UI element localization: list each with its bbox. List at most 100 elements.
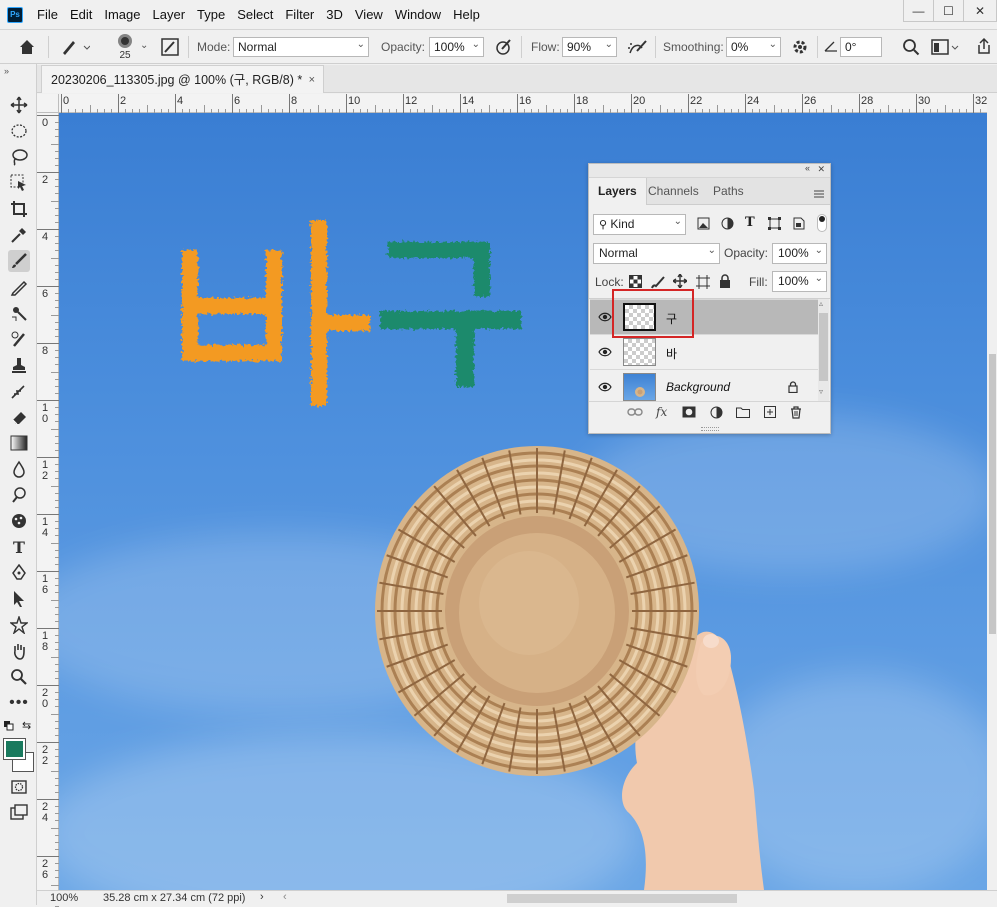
- screen-mode-icon[interactable]: [8, 802, 30, 824]
- menu-window[interactable]: Window: [389, 0, 447, 29]
- tab-paths[interactable]: Paths: [704, 178, 753, 205]
- layer-row-background[interactable]: Background: [590, 369, 818, 404]
- eraser-tool-icon[interactable]: [8, 406, 30, 428]
- collapse-panel-icon[interactable]: «: [805, 163, 810, 173]
- move-tool-icon[interactable]: [8, 94, 30, 116]
- ruler-origin[interactable]: [37, 94, 59, 113]
- gradient-tool-icon[interactable]: [8, 432, 30, 454]
- eyedropper-tool-icon[interactable]: [8, 224, 30, 246]
- object-select-tool-icon[interactable]: [8, 172, 30, 194]
- smoothing-input[interactable]: 0% ⌄: [726, 37, 781, 57]
- close-window-button[interactable]: ✕: [963, 0, 997, 22]
- filter-pixel-icon[interactable]: [697, 217, 710, 233]
- eye-icon[interactable]: [598, 345, 612, 359]
- menu-filter[interactable]: Filter: [279, 0, 320, 29]
- layer-opacity-input[interactable]: 100% ⌄: [772, 243, 827, 264]
- foreground-color-swatch[interactable]: [3, 738, 26, 760]
- layer-name[interactable]: 바: [666, 345, 677, 362]
- close-icon[interactable]: ×: [309, 66, 315, 94]
- vertical-ruler[interactable]: 0 2 4 6 8 1 0 1 2 1 4 1 6 1 8 2 0 2 2 2 4 2 6: [37, 113, 59, 907]
- chevron-down-icon[interactable]: ⌄: [140, 40, 148, 51]
- menu-help[interactable]: Help: [447, 0, 486, 29]
- scroll-down-icon[interactable]: ▿: [819, 387, 823, 396]
- airbrush-icon[interactable]: [627, 38, 649, 59]
- maximize-button[interactable]: ☐: [933, 0, 964, 22]
- brush-preset-icon[interactable]: [60, 38, 91, 59]
- stamp-tool-icon[interactable]: [8, 354, 30, 376]
- brush-settings-icon[interactable]: [161, 38, 179, 59]
- filter-smart-object-icon[interactable]: [792, 217, 805, 233]
- fill-input[interactable]: 100% ⌄: [772, 271, 827, 292]
- smudge-tool-icon[interactable]: [8, 380, 30, 402]
- minimize-button[interactable]: —: [903, 0, 934, 22]
- blend-mode-select[interactable]: Normal ⌄: [593, 243, 720, 264]
- document-canvas[interactable]: 바 구: [59, 113, 987, 890]
- filter-type-icon[interactable]: T: [745, 215, 755, 230]
- angle-input[interactable]: 0°: [840, 37, 882, 57]
- close-panel-icon[interactable]: ✕: [817, 164, 825, 175]
- clone-stamp-tool-icon[interactable]: [8, 302, 30, 324]
- pressure-opacity-icon[interactable]: [494, 38, 514, 59]
- menu-3d[interactable]: 3D: [320, 0, 349, 29]
- search-icon[interactable]: [902, 38, 920, 59]
- swap-colors-icon[interactable]: ⇆: [22, 719, 31, 732]
- share-icon[interactable]: [975, 37, 993, 58]
- zoom-tool-icon[interactable]: [8, 666, 30, 688]
- scroll-left-icon[interactable]: ‹: [283, 891, 287, 903]
- menu-image[interactable]: Image: [98, 0, 146, 29]
- adjustment-layer-icon[interactable]: [710, 406, 723, 422]
- layer-name[interactable]: Background: [666, 380, 730, 394]
- history-brush-tool-icon[interactable]: [8, 328, 30, 350]
- quick-mask-icon[interactable]: [8, 776, 30, 798]
- zoom-level[interactable]: 100%: [50, 892, 78, 904]
- lock-all-icon[interactable]: [719, 274, 731, 291]
- menu-layer[interactable]: Layer: [147, 0, 192, 29]
- workspace-icon[interactable]: [931, 38, 959, 59]
- pencil-tool-icon[interactable]: [8, 276, 30, 298]
- document-tab[interactable]: 20230206_113305.jpg @ 100% (구, RGB/8) * …: [41, 65, 324, 93]
- menu-view[interactable]: View: [349, 0, 389, 29]
- gear-icon[interactable]: [791, 38, 809, 59]
- filter-toggle[interactable]: [817, 214, 827, 232]
- new-layer-icon[interactable]: [764, 406, 776, 421]
- menu-edit[interactable]: Edit: [64, 0, 98, 29]
- brush-size-picker[interactable]: 25: [114, 33, 136, 61]
- menu-select[interactable]: Select: [231, 0, 279, 29]
- hand-tool-icon[interactable]: [8, 640, 30, 662]
- brush-tool-icon[interactable]: [8, 250, 30, 272]
- filter-shape-icon[interactable]: [768, 217, 781, 233]
- trash-icon[interactable]: [790, 406, 802, 422]
- layer-thumbnail[interactable]: [623, 373, 656, 401]
- lock-artboard-icon[interactable]: [696, 275, 710, 292]
- opacity-input[interactable]: 100% ⌄: [429, 37, 484, 57]
- add-mask-icon[interactable]: [682, 406, 696, 421]
- scroll-up-icon[interactable]: ▵: [819, 299, 823, 308]
- collapse-toolbar-icon[interactable]: »: [4, 66, 9, 76]
- shape-tool-icon[interactable]: [8, 614, 30, 636]
- tab-channels[interactable]: Channels: [639, 178, 708, 205]
- new-group-icon[interactable]: [736, 406, 750, 421]
- layer-thumbnail[interactable]: [623, 338, 656, 366]
- layer-filter-select[interactable]: ⚲ Kind ⌄: [593, 214, 686, 235]
- vertical-scrollbar[interactable]: [987, 94, 997, 890]
- scrollbar-thumb[interactable]: [989, 354, 996, 634]
- menu-file[interactable]: File: [31, 0, 64, 29]
- eye-icon[interactable]: [598, 380, 612, 394]
- pen-tool-icon[interactable]: [8, 562, 30, 584]
- menu-type[interactable]: Type: [191, 0, 231, 29]
- sponge-tool-icon[interactable]: [8, 510, 30, 532]
- link-layers-icon[interactable]: [627, 406, 643, 420]
- marquee-tool-icon[interactable]: [8, 120, 30, 142]
- panel-menu-icon[interactable]: [814, 187, 824, 201]
- path-select-tool-icon[interactable]: [8, 588, 30, 610]
- mode-select[interactable]: Normal ⌄: [233, 37, 369, 57]
- blur-tool-icon[interactable]: [8, 458, 30, 480]
- home-icon[interactable]: [18, 38, 36, 59]
- layer-list-scrollbar[interactable]: ▵ ▿: [818, 299, 829, 402]
- type-tool-icon[interactable]: T: [8, 536, 30, 558]
- default-colors-icon[interactable]: [4, 720, 14, 734]
- fx-icon[interactable]: fx: [656, 405, 667, 419]
- dodge-tool-icon[interactable]: [8, 484, 30, 506]
- lasso-tool-icon[interactable]: [8, 146, 30, 168]
- status-menu-arrow[interactable]: ›: [260, 891, 264, 903]
